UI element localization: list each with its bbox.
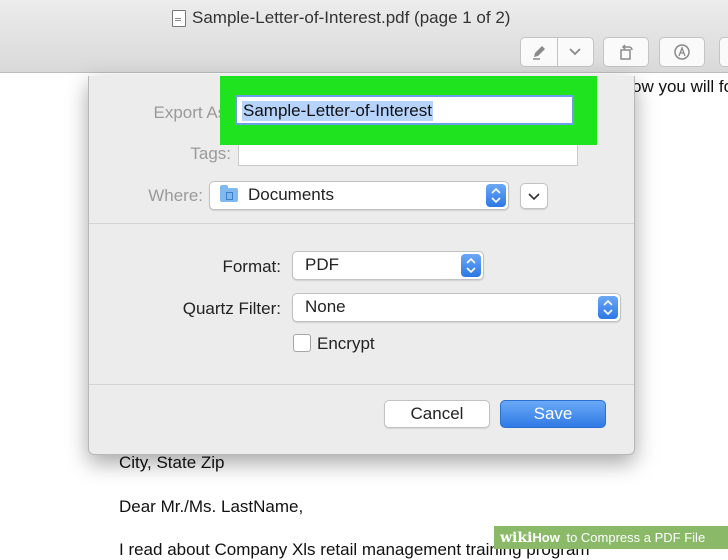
quartz-filter-popup[interactable]: None	[292, 293, 621, 322]
folder-icon	[220, 185, 238, 202]
cancel-button[interactable]: Cancel	[384, 400, 490, 428]
rotate-icon[interactable]	[603, 37, 649, 67]
window-title-text: Sample-Letter-of-Interest.pdf (page 1 of…	[192, 8, 511, 27]
watermark-how: How	[532, 530, 560, 545]
export-as-value: Sample-Letter-of-Interest	[242, 101, 433, 121]
highlight-box: Sample-Letter-of-Interest	[220, 76, 597, 145]
where-value: Documents	[248, 185, 334, 204]
encrypt-label: Encrypt	[317, 334, 375, 353]
pdf-document-icon	[172, 9, 186, 27]
quartz-filter-value: None	[305, 297, 346, 316]
markup-toolbar-group	[520, 37, 594, 67]
encrypt-checkbox[interactable]	[293, 334, 311, 352]
window-title: Sample-Letter-of-Interest.pdf (page 1 of…	[172, 6, 510, 30]
toolbar-overflow-button[interactable]	[719, 37, 728, 67]
tags-field[interactable]	[238, 142, 578, 166]
tags-label: Tags:	[190, 144, 231, 163]
format-popup[interactable]: PDF	[292, 251, 484, 280]
expand-dialog-button[interactable]	[520, 183, 548, 209]
wikihow-watermark: wiki How to Compress a PDF File	[494, 526, 728, 549]
export-as-label: Export As:	[153, 103, 231, 122]
annotate-icon[interactable]	[659, 37, 705, 67]
format-value: PDF	[305, 255, 339, 274]
pen-icon[interactable]	[521, 38, 557, 66]
popup-stepper-icon	[486, 184, 506, 207]
save-button[interactable]: Save	[500, 400, 606, 428]
where-label: Where:	[148, 186, 203, 205]
divider	[89, 223, 634, 224]
divider	[89, 384, 634, 385]
export-as-field[interactable]: Sample-Letter-of-Interest	[235, 95, 574, 125]
document-line-address: City, State Zip	[119, 453, 225, 472]
format-label: Format:	[222, 257, 281, 276]
document-line-greeting: Dear Mr./Ms. LastName,	[119, 497, 304, 516]
where-popup[interactable]: Documents	[209, 181, 509, 210]
chevron-down-icon	[528, 193, 540, 201]
chevron-down-icon[interactable]	[556, 38, 594, 66]
quartz-filter-label: Quartz Filter:	[182, 299, 281, 318]
watermark-text: to Compress a PDF File	[566, 530, 706, 545]
popup-stepper-icon	[598, 296, 618, 319]
popup-stepper-icon	[461, 254, 481, 277]
document-text-partial: ow you will fo	[632, 77, 728, 96]
watermark-brand: wiki	[500, 529, 533, 546]
window-titlebar: Sample-Letter-of-Interest.pdf (page 1 of…	[0, 0, 728, 73]
